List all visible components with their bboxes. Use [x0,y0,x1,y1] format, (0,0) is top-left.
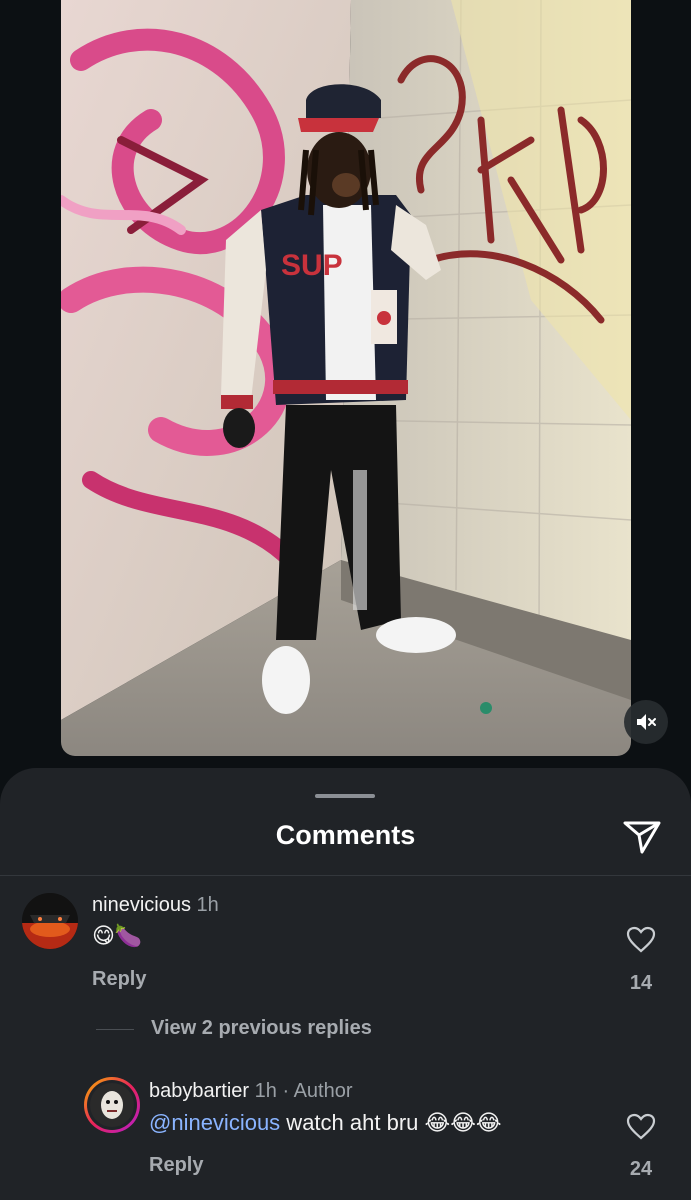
speaker-muted-icon [637,714,656,730]
reply-button[interactable]: Reply [92,968,146,991]
avatar-story-ring[interactable] [84,1077,140,1133]
view-previous-replies-button[interactable]: View 2 previous replies [151,1017,372,1040]
comment-username[interactable]: ninevicious [92,894,191,916]
svg-text:SUP: SUP [281,249,343,282]
sheet-drag-handle[interactable] [315,794,375,798]
avatar[interactable] [22,893,78,949]
like-count: 24 [629,1158,653,1180]
post-photo: SUP [61,0,631,756]
reply-time: 1h [254,1080,277,1102]
mute-toggle-button[interactable] [624,700,668,744]
reply-button[interactable]: Reply [149,1154,203,1177]
author-badge: Author [293,1080,353,1102]
post-media[interactable]: SUP [61,0,631,756]
comment-time: 1h [196,894,219,916]
like-button[interactable] [625,924,657,956]
paper-plane-icon [623,821,661,854]
sheet-title: Comments [275,820,416,850]
replies-connector-line [96,1029,134,1030]
like-button[interactable] [625,1111,657,1143]
share-button[interactable] [620,814,664,858]
avatar-image [90,1083,134,1127]
heart-icon [626,926,656,953]
heart-icon [626,1113,656,1140]
reply-username[interactable]: babybartier [149,1080,249,1102]
user-mention-link[interactable]: @ninevicious [149,1110,280,1135]
avatar-image [22,893,78,949]
comments-sheet: Comments ninevicious 1h 😋🍆 Reply 14 View… [0,768,691,1200]
meta-separator: · [282,1080,290,1102]
like-count: 14 [629,972,653,994]
sheet-divider [0,875,691,876]
reply-text: watch aht bru 😂😂😂 [280,1110,502,1135]
comment-text: 😋🍆 [92,923,143,948]
